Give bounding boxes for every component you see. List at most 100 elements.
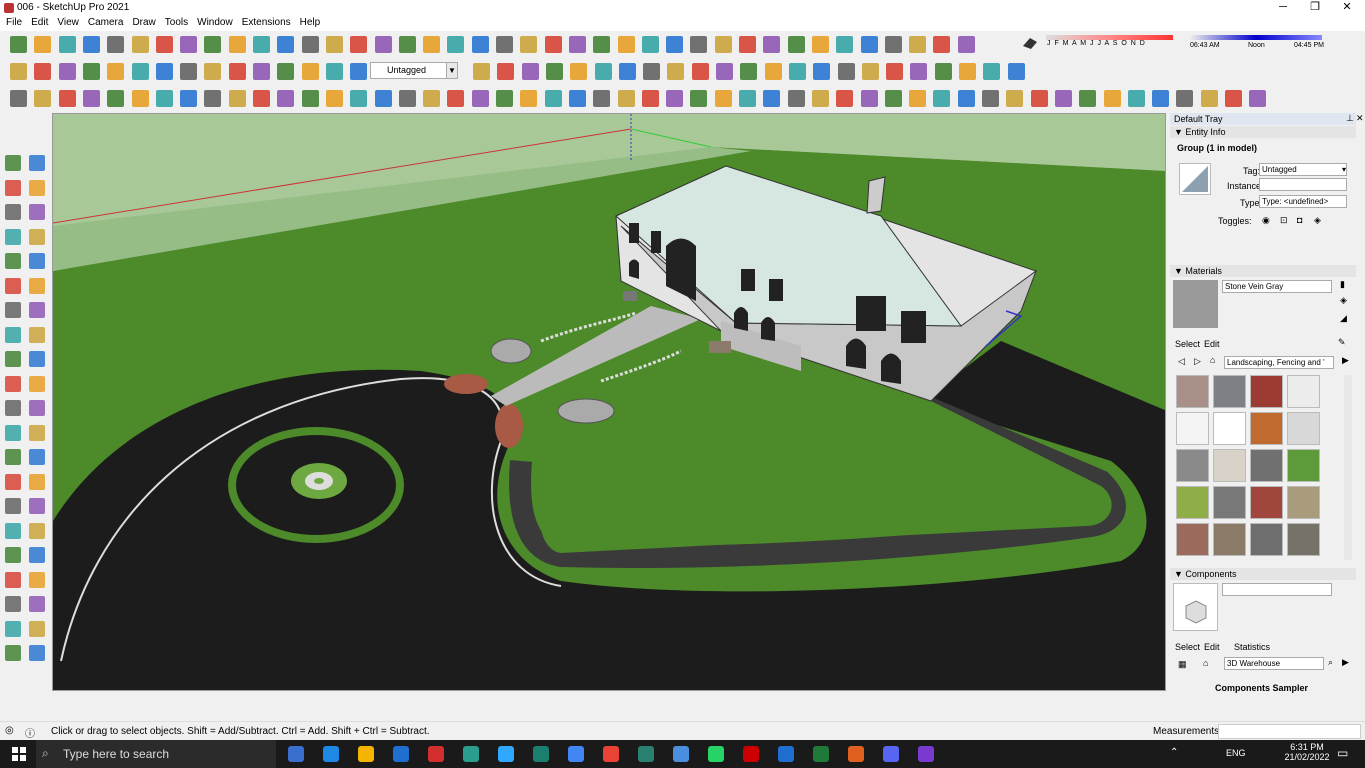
left-tool-icon[interactable] <box>5 179 21 196</box>
taskbar-app-icon[interactable] <box>393 746 409 762</box>
menu-window[interactable]: Window <box>194 16 236 31</box>
components-tab-select[interactable]: Select <box>1175 642 1200 652</box>
paint-bucket-icon[interactable]: ◈ <box>1340 295 1347 306</box>
left-tool-icon[interactable] <box>5 547 21 563</box>
components-header[interactable]: ▼ Components <box>1170 568 1356 580</box>
components-tab-statistics[interactable]: Statistics <box>1234 642 1270 652</box>
shadow-toggle-icon[interactable] <box>1020 33 1040 53</box>
material-swatch[interactable] <box>1213 412 1246 445</box>
toolbar3-tool-icon[interactable] <box>1127 90 1145 107</box>
lock-toggle-icon[interactable]: ⊡ <box>1280 215 1288 226</box>
toolbar2b-tool-icon[interactable] <box>618 63 636 80</box>
toolbar1-tool-icon[interactable] <box>763 36 781 53</box>
taskbar-app-icon[interactable] <box>463 746 479 762</box>
material-swatch[interactable] <box>1287 375 1320 408</box>
toolbar3-tool-icon[interactable] <box>58 90 76 107</box>
materials-tab-edit[interactable]: Edit <box>1204 339 1220 349</box>
left-tool-icon[interactable] <box>29 253 45 269</box>
toolbar2-tool-icon[interactable] <box>131 63 149 80</box>
toolbar3-tool-icon[interactable] <box>520 90 538 107</box>
left-tool-icon[interactable] <box>5 375 21 392</box>
left-tool-icon[interactable] <box>5 277 21 294</box>
toolbar3-tool-icon[interactable] <box>1079 90 1097 107</box>
toolbar2b-tool-icon[interactable] <box>691 63 709 80</box>
toolbar2b-tool-icon[interactable] <box>764 63 782 80</box>
toolbar3-tool-icon[interactable] <box>836 90 854 107</box>
toolbar2b-tool-icon[interactable] <box>545 63 563 80</box>
toolbar1-tool-icon[interactable] <box>520 36 538 53</box>
toolbar2b-tool-icon[interactable] <box>570 63 588 80</box>
left-tool-icon[interactable] <box>29 400 45 416</box>
toolbar3-tool-icon[interactable] <box>690 90 708 107</box>
entity-info-header[interactable]: ▼ Entity Info <box>1170 126 1356 138</box>
left-tool-icon[interactable] <box>5 522 21 539</box>
toolbar3-tool-icon[interactable] <box>1176 90 1194 107</box>
taskbar-app-icon[interactable] <box>918 746 934 762</box>
toolbar2b-tool-icon[interactable] <box>497 63 515 80</box>
left-tool-icon[interactable] <box>5 449 21 465</box>
measurements-input[interactable] <box>1218 724 1361 739</box>
language-indicator[interactable]: ENG <box>1226 748 1246 758</box>
material-swatch[interactable] <box>1176 449 1209 482</box>
toolbar2-tool-icon[interactable] <box>34 63 52 80</box>
component-search-input[interactable]: 3D Warehouse <box>1224 657 1324 670</box>
toolbar3-tool-icon[interactable] <box>325 90 343 107</box>
material-swatch[interactable] <box>1287 412 1320 445</box>
toolbar1-tool-icon[interactable] <box>496 36 513 53</box>
left-tool-icon[interactable] <box>29 204 45 220</box>
toolbar1-tool-icon[interactable] <box>714 36 732 53</box>
toolbar3-tool-icon[interactable] <box>1006 90 1024 107</box>
toolbar3-tool-icon[interactable] <box>982 90 999 107</box>
left-tool-icon[interactable] <box>5 326 21 343</box>
toolbar3-tool-icon[interactable] <box>763 90 781 107</box>
toolbar3-tool-icon[interactable] <box>1103 90 1121 107</box>
notification-icon[interactable]: ▭ <box>1337 746 1348 760</box>
toolbar3-tool-icon[interactable] <box>301 90 319 107</box>
pin-icon[interactable]: ⊥ <box>1346 113 1354 124</box>
menu-edit[interactable]: Edit <box>28 16 51 31</box>
shadow-time-slider[interactable] <box>1190 35 1322 40</box>
toolbar1-tool-icon[interactable] <box>350 36 368 53</box>
left-tool-icon[interactable] <box>5 155 21 171</box>
menu-help[interactable]: Help <box>297 16 324 31</box>
toolbar3-tool-icon[interactable] <box>180 90 198 107</box>
left-tool-icon[interactable] <box>5 645 21 661</box>
toolbar1-tool-icon[interactable] <box>739 36 756 53</box>
toolbar2b-tool-icon[interactable] <box>643 63 661 80</box>
toolbar1-tool-icon[interactable] <box>301 36 319 53</box>
toolbar3-tool-icon[interactable] <box>398 90 416 107</box>
taskbar-app-icon[interactable] <box>848 746 864 762</box>
left-tool-icon[interactable] <box>5 596 21 612</box>
left-tool-icon[interactable] <box>29 155 45 171</box>
toolbar3-tool-icon[interactable] <box>350 90 368 107</box>
left-tool-icon[interactable] <box>29 449 45 465</box>
home-icon[interactable]: ⌂ <box>1210 355 1215 365</box>
toolbar1-tool-icon[interactable] <box>957 36 975 53</box>
toolbar3-tool-icon[interactable] <box>909 90 927 107</box>
left-tool-icon[interactable] <box>5 204 21 220</box>
toolbar3-tool-icon[interactable] <box>641 90 659 107</box>
left-tool-icon[interactable] <box>5 473 21 490</box>
left-tool-icon[interactable] <box>29 498 45 514</box>
toolbar3-tool-icon[interactable] <box>204 90 222 107</box>
toolbar2-tool-icon[interactable] <box>228 63 246 80</box>
toolbar2-tool-icon[interactable] <box>277 63 295 80</box>
toolbar1-tool-icon[interactable] <box>544 36 562 53</box>
toolbar1-tool-icon[interactable] <box>155 36 173 53</box>
toolbar1-tool-icon[interactable] <box>58 36 76 53</box>
instance-input[interactable] <box>1259 178 1347 191</box>
taskbar-app-icon[interactable] <box>743 746 759 762</box>
toolbar1-tool-icon[interactable] <box>423 36 441 53</box>
materials-header[interactable]: ▼ Materials <box>1170 265 1356 277</box>
toolbar3-tool-icon[interactable] <box>496 90 513 107</box>
left-tool-icon[interactable] <box>29 645 45 661</box>
toolbar1-tool-icon[interactable] <box>690 36 708 53</box>
toolbar2-tool-icon[interactable] <box>253 63 270 80</box>
left-tool-icon[interactable] <box>29 571 45 588</box>
toolbar2-tool-icon[interactable] <box>10 63 27 80</box>
toolbar3-tool-icon[interactable] <box>666 90 684 107</box>
left-tool-icon[interactable] <box>29 228 45 245</box>
taskbar-app-icon[interactable] <box>813 746 829 762</box>
left-tool-icon[interactable] <box>5 498 21 514</box>
left-tool-icon[interactable] <box>29 547 45 563</box>
